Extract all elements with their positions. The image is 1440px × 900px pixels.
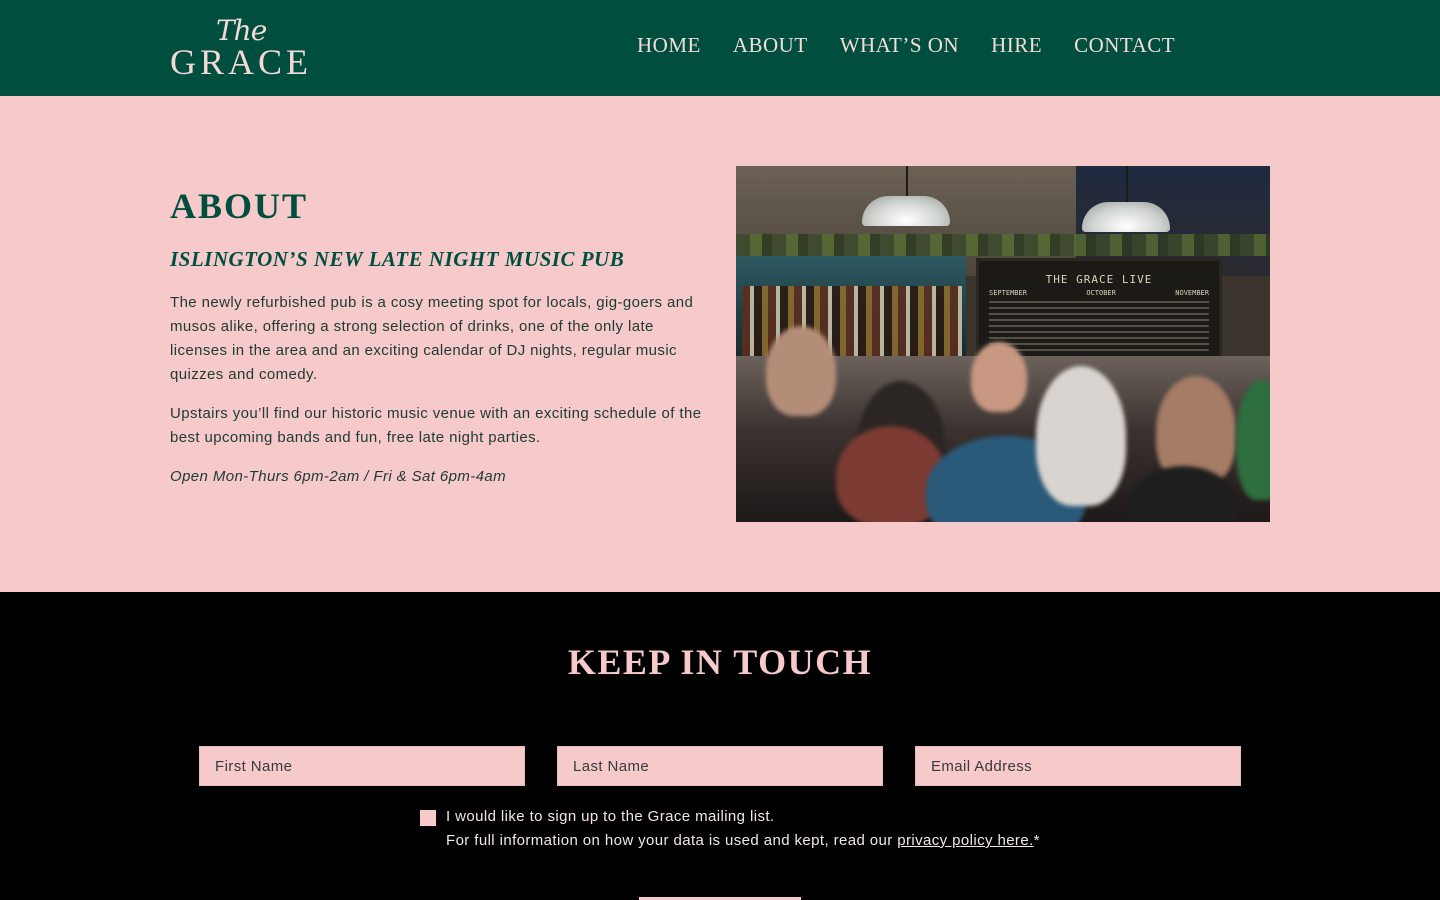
board-months: SEPTEMBER OCTOBER NOVEMBER	[989, 289, 1209, 297]
email-field[interactable]	[915, 746, 1241, 786]
about-subtitle: ISLINGTON’S NEW LATE NIGHT MUSIC PUB	[170, 247, 625, 271]
about-title: ABOUT	[170, 186, 309, 226]
privacy-policy-link[interactable]: privacy policy here.	[897, 832, 1033, 849]
main-nav: HOME ABOUT WHAT’S ON HIRE CONTACT	[637, 32, 1175, 58]
pub-interior-photo: THE GRACE LIVE SEPTEMBER OCTOBER NOVEMBE…	[736, 166, 1270, 522]
nav-item-about[interactable]: ABOUT	[733, 32, 808, 58]
site-logo[interactable]: The GRACE	[170, 14, 310, 82]
pendant-lamp	[1082, 202, 1170, 232]
site-header: The GRACE HOME ABOUT WHAT’S ON HIRE CONT…	[0, 0, 1440, 96]
photo-person	[1036, 366, 1126, 506]
about-paragraph-2: Upstairs you’ll find our historic music …	[170, 405, 702, 446]
last-name-field[interactable]	[557, 746, 883, 786]
board-month: NOVEMBER	[1175, 289, 1209, 297]
keep-in-touch-section: KEEP IN TOUCH I would like to sign up to…	[0, 592, 1440, 900]
board-title: THE GRACE LIVE	[1045, 273, 1153, 286]
logo-grace-text: GRACE	[170, 42, 313, 82]
board-month: SEPTEMBER	[989, 289, 1027, 297]
nav-item-home[interactable]: HOME	[637, 32, 701, 58]
required-mark: *	[1033, 832, 1040, 849]
about-section: ABOUT ISLINGTON’S NEW LATE NIGHT MUSIC P…	[0, 96, 1440, 592]
photo-ivy	[736, 234, 1270, 256]
photo-person	[971, 342, 1027, 412]
about-paragraph-1: The newly refurbished pub is a cosy meet…	[170, 294, 694, 383]
keep-in-touch-title: KEEP IN TOUCH	[567, 642, 873, 682]
board-month: OCTOBER	[1086, 289, 1116, 297]
consent-line-1: I would like to sign up to the Grace mai…	[446, 808, 775, 825]
pendant-lamp	[862, 196, 950, 226]
nav-item-whats-on[interactable]: WHAT’S ON	[840, 32, 959, 58]
consent-text: I would like to sign up to the Grace mai…	[446, 805, 1046, 853]
nav-item-hire[interactable]: HIRE	[991, 32, 1042, 58]
lamp-cord	[906, 166, 908, 198]
nav-item-contact[interactable]: CONTACT	[1074, 32, 1175, 58]
board-listings	[989, 301, 1209, 351]
lamp-cord	[1126, 166, 1128, 204]
photo-person	[766, 326, 836, 416]
first-name-field[interactable]	[199, 746, 525, 786]
opening-hours: Open Mon-Thurs 6pm-2am / Fri & Sat 6pm-4…	[170, 468, 507, 485]
consent-line-2: For full information on how your data is…	[446, 832, 898, 849]
mailing-list-checkbox[interactable]	[420, 810, 436, 826]
